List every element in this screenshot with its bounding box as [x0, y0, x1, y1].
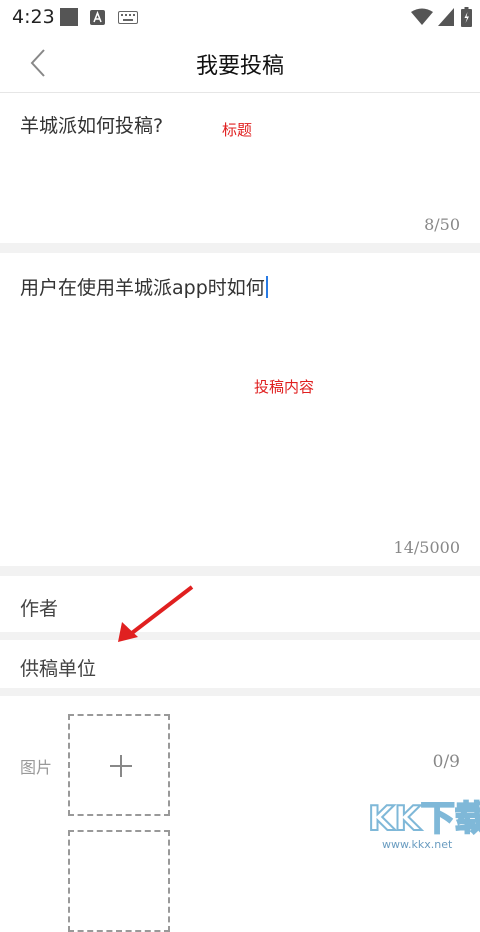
square-notification-icon [60, 8, 78, 26]
add-photo-button-second[interactable] [68, 830, 170, 932]
title-input-value: 羊城派如何投稿? [20, 115, 164, 137]
kk-download-watermark: KK下载 www.kkx.net [367, 798, 480, 851]
section-divider [0, 566, 480, 576]
add-photo-button[interactable] [68, 714, 170, 816]
navigation-bar: 我要投稿 [0, 34, 480, 93]
photo-counter: 0/9 [432, 752, 460, 772]
red-arrow-annotation [118, 585, 194, 642]
status-time: 4:23 [12, 6, 55, 28]
section-divider [0, 632, 480, 640]
cellular-signal-icon [438, 8, 454, 26]
title-input[interactable]: 羊城派如何投稿? 标题 8/50 [0, 93, 480, 243]
page-title: 我要投稿 [195, 54, 284, 79]
keyboard-icon [118, 11, 138, 24]
photo-label: 图片 [20, 758, 53, 777]
title-counter: 8/50 [424, 215, 460, 234]
wifi-icon [411, 8, 433, 25]
content-textarea[interactable]: 用户在使用羊城派app时如何 投稿内容 14/5000 [0, 253, 480, 566]
a-notification-icon [90, 10, 105, 25]
content-counter: 14/5000 [393, 538, 460, 557]
svg-text:www.kkx.net: www.kkx.net [382, 838, 453, 851]
author-field[interactable]: 作者 [0, 576, 480, 632]
author-field-placeholder: 作者 [20, 598, 59, 620]
text-caret [265, 276, 268, 298]
status-bar: 4:23 [0, 0, 480, 34]
contributor-unit-placeholder: 供稿单位 [20, 658, 97, 680]
contributor-unit-field[interactable]: 供稿单位 [0, 640, 480, 688]
content-annotation: 投稿内容 [254, 378, 315, 396]
content-textarea-value: 用户在使用羊城派app时如何 [20, 273, 268, 300]
svg-text:KK下载: KK下载 [368, 799, 480, 839]
section-divider [0, 688, 480, 696]
section-divider [0, 243, 480, 253]
title-annotation: 标题 [222, 121, 253, 139]
battery-icon [461, 7, 472, 27]
